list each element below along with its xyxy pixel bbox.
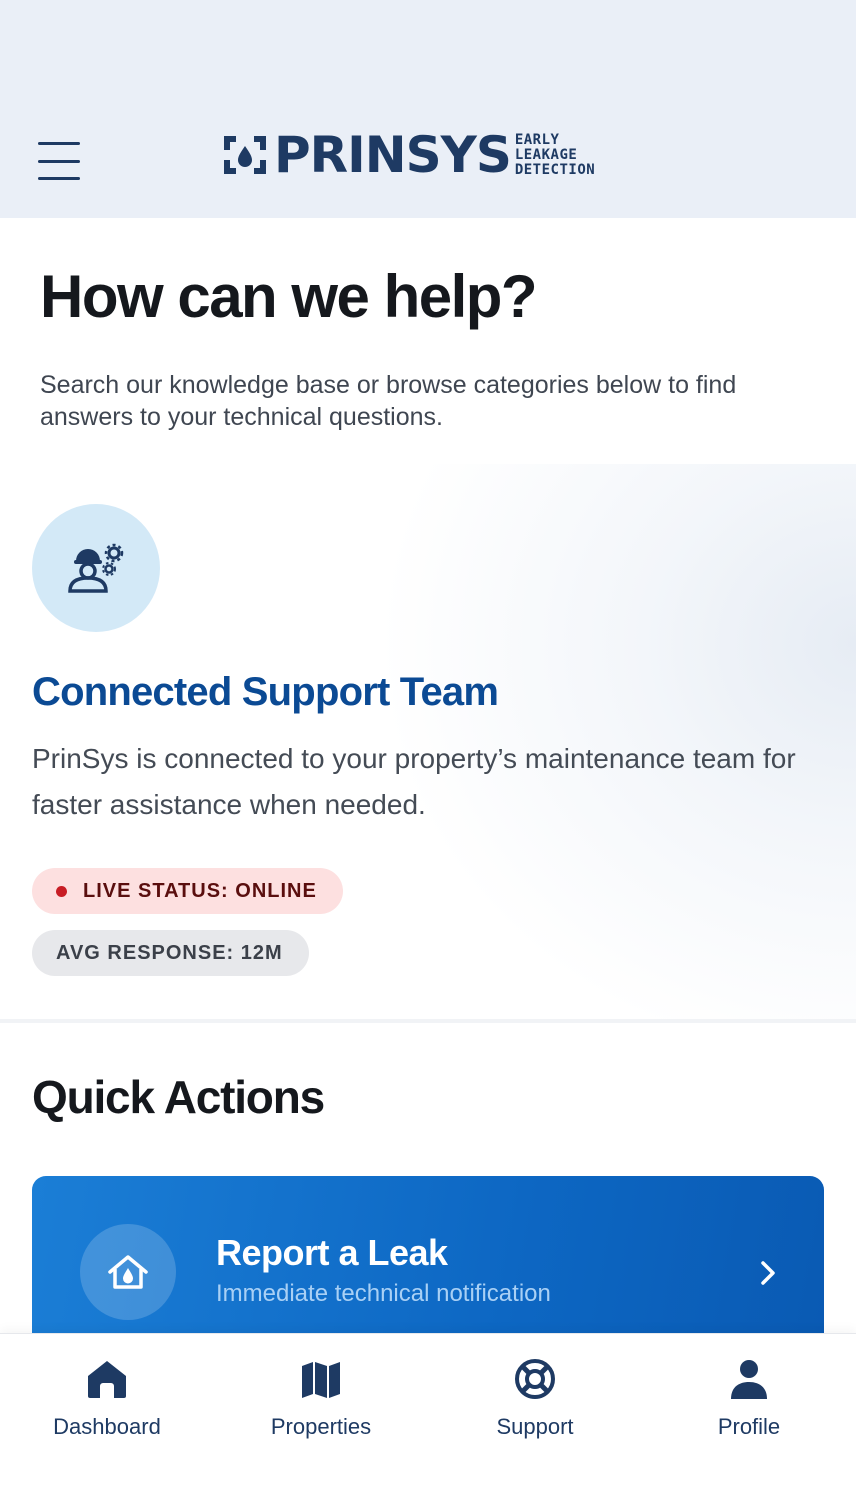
map-icon [302,1362,340,1398]
person-icon [731,1360,767,1399]
nav-item-support[interactable]: Support [455,1356,615,1446]
page-subtitle: Search our knowledge base or browse cate… [40,371,737,431]
page-title: How can we help? [40,263,538,330]
nav-label-profile: Profile [717,1414,781,1439]
nav-label-dashboard: Dashboard [53,1414,161,1439]
nav-label-properties: Properties [270,1414,372,1439]
prinsys-logo: PRINSYS EARLY LEAKAGE DETECTION [222,130,595,180]
nav-item-dashboard[interactable]: Dashboard [27,1356,187,1446]
support-avatar [32,504,160,632]
hamburger-menu-icon[interactable] [38,142,82,180]
quick-actions-title: Quick Actions [32,1071,325,1123]
status-dot-icon [56,885,67,897]
section-divider [0,1019,856,1023]
home-icon [88,1361,126,1398]
logo-mark-icon [224,136,266,174]
app-header: PRINSYS EARLY LEAKAGE DETECTION [0,0,856,218]
nav-label-support: Support [496,1414,574,1439]
bottom-navigation: Dashboard Properties Support Profile [0,1333,856,1500]
support-team-card: Connected Support Team PrinSys is connec… [0,464,856,1020]
nav-item-profile[interactable]: Profile [669,1356,829,1446]
logo-wordmark: PRINSYS [274,126,512,184]
report-icon-circle [80,1224,176,1320]
logo-tagline: EARLY LEAKAGE DETECTION [514,131,596,178]
support-title: Connected Support Team [32,670,499,714]
report-leak-subtitle: Immediate technical notification [216,1280,551,1307]
nav-item-properties[interactable]: Properties [241,1356,401,1446]
lifebuoy-icon [515,1359,555,1399]
support-description: PrinSys is connected to your property’s … [32,743,796,820]
chevron-right-icon [761,1261,775,1285]
house-droplet-icon [108,1255,148,1289]
live-status-badge: LIVE STATUS: ONLINE [32,868,343,914]
support-engineer-icon [68,543,124,593]
report-leak-title: Report a Leak [216,1232,448,1273]
avg-response-badge: AVG RESPONSE: 12M [32,930,309,976]
